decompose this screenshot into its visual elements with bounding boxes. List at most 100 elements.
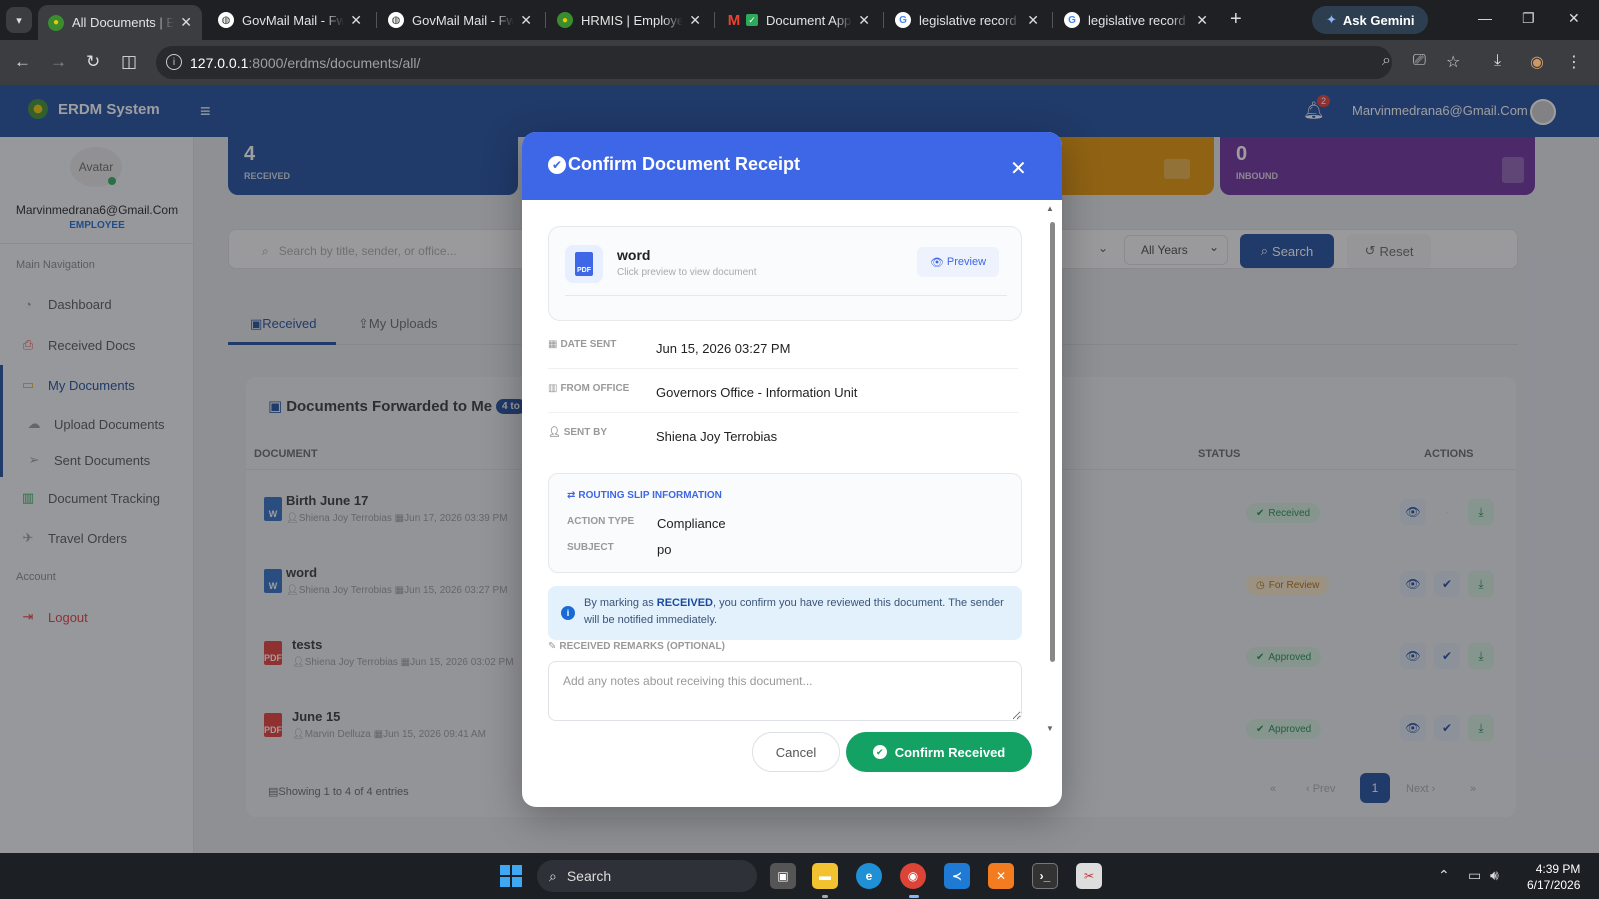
file-card: PDF word Click preview to view document …: [548, 226, 1022, 321]
close-icon[interactable]: ✕: [1010, 156, 1027, 181]
chrome-icon[interactable]: ◉: [900, 863, 926, 889]
routing-slip-title: ⇄ ROUTING SLIP INFORMATION: [567, 490, 722, 501]
divider: [565, 295, 1007, 296]
new-tab-icon[interactable]: +: [1230, 8, 1242, 31]
sent-by-label: 👤︎ SENT BY: [548, 427, 607, 438]
action-type-label: ACTION TYPE: [567, 516, 635, 527]
tab-list-button[interactable]: ▾: [6, 7, 32, 33]
browser-tab-bar: ▾ ● All Documents | ERDM ✕ ◍ GovMail Mai…: [0, 0, 1599, 40]
browser-tab[interactable]: G legislative record d ✕: [885, 5, 1049, 35]
gmail-icon: M: [727, 11, 741, 29]
reload-icon[interactable]: ↻: [86, 52, 100, 72]
modal-title: ✔ Confirm Document Receipt: [548, 154, 800, 175]
windows-taskbar: ⌕ Search ▣ ▬ e ◉ ≺ ✕ ›_ ✂ ⌃ ▭ 🔊︎ 4:39 PM …: [0, 853, 1599, 899]
hrmis-favicon-icon: ●: [557, 12, 573, 28]
modal-scrollbar[interactable]: [1050, 222, 1055, 662]
url-field[interactable]: i 127.0.0.1:8000/erdms/documents/all/: [156, 46, 1392, 79]
globe-favicon-icon: ◍: [388, 12, 404, 28]
chevron-up-icon[interactable]: ⌃: [1438, 867, 1450, 884]
remarks-label-text: RECEIVED REMARKS (OPTIONAL): [559, 641, 725, 652]
xampp-icon[interactable]: ✕: [988, 863, 1014, 889]
close-tab-icon[interactable]: ✕: [858, 12, 870, 29]
label-text: DATE SENT: [560, 339, 617, 350]
active-indicator: [909, 895, 919, 898]
info-icon: i: [561, 606, 575, 620]
taskbar-search[interactable]: ⌕ Search: [537, 860, 757, 892]
preview-button[interactable]: 👁︎ Preview: [917, 247, 999, 277]
tab-title: Document App: [766, 12, 852, 28]
profile-icon[interactable]: ◉: [1530, 52, 1544, 72]
clock-date: 6/17/2026: [1527, 878, 1581, 892]
split-view-icon[interactable]: ◫: [121, 52, 137, 72]
note-emphasis: RECEIVED: [656, 597, 713, 609]
date-sent-value: Jun 15, 2026 03:27 PM: [656, 341, 791, 356]
gemini-sparkle-icon: ✦: [1326, 12, 1337, 27]
restore-icon[interactable]: ❐: [1522, 10, 1535, 27]
minimize-icon[interactable]: —: [1478, 10, 1492, 26]
modal-header: ✔ Confirm Document Receipt ✕: [522, 132, 1062, 200]
remarks-textarea[interactable]: [548, 661, 1022, 721]
vscode-icon[interactable]: ≺: [944, 863, 970, 889]
back-arrow-icon[interactable]: ←: [14, 52, 31, 72]
check-circle-icon: ✔: [548, 155, 566, 174]
file-hint: Click preview to view document: [617, 267, 757, 278]
tab-separator: [545, 12, 546, 28]
tab-title: All Documents | ERDM: [72, 15, 175, 30]
from-office-label: ▥ FROM OFFICE: [548, 383, 629, 394]
modal-title-text: Confirm Document Receipt: [568, 154, 801, 174]
bookmark-star-icon[interactable]: ☆: [1446, 52, 1460, 72]
calendar-icon: ▦: [548, 339, 558, 350]
file-type-label: PDF: [575, 252, 593, 276]
received-info-note: i By marking as RECEIVED, you confirm yo…: [548, 586, 1022, 640]
volume-icon[interactable]: 🔊︎: [1490, 867, 1499, 884]
google-favicon-icon: G: [895, 12, 911, 28]
zoom-icon[interactable]: ⌕: [1382, 52, 1391, 70]
file-explorer-icon[interactable]: ▬: [812, 863, 838, 889]
close-tab-icon[interactable]: ✕: [1196, 12, 1208, 29]
close-tab-icon[interactable]: ✕: [350, 12, 362, 29]
browser-tab[interactable]: ● All Documents | ERDM ✕: [38, 5, 202, 40]
clock-time: 4:39 PM: [1535, 862, 1581, 876]
taskbar-search-label: Search: [566, 868, 612, 884]
check-circle-icon: ✔: [872, 745, 887, 759]
sent-by-value: Shiena Joy Terrobias: [656, 429, 778, 444]
erdm-favicon-icon: ●: [48, 14, 64, 31]
scroll-down-icon[interactable]: ▼: [1046, 724, 1054, 733]
terminal-icon[interactable]: ›_: [1032, 863, 1058, 889]
forward-arrow-icon[interactable]: →: [50, 52, 67, 72]
scroll-up-icon[interactable]: ▲: [1046, 204, 1054, 213]
close-tab-icon[interactable]: ✕: [1027, 12, 1039, 29]
close-tab-icon[interactable]: ✕: [689, 12, 701, 29]
url-host: 127.0.0.1: [190, 54, 249, 71]
install-app-icon[interactable]: ⎚: [1413, 52, 1426, 70]
browser-tab[interactable]: ◍ GovMail Mail - Fwd: ✕: [208, 5, 372, 35]
confirm-received-button[interactable]: ✔ Confirm Received: [846, 732, 1032, 772]
tab-separator: [376, 12, 377, 28]
window-close-icon[interactable]: ✕: [1568, 10, 1580, 27]
browser-tab[interactable]: ● HRMIS | Employee ✕: [547, 5, 711, 35]
browser-tab[interactable]: G legislative record d ✕: [1054, 5, 1218, 35]
ask-gemini-button[interactable]: ✦ Ask Gemini: [1312, 6, 1429, 34]
task-view-icon[interactable]: ▣: [770, 863, 796, 889]
edge-icon[interactable]: e: [856, 863, 882, 889]
download-icon[interactable]: ⤓: [1494, 52, 1501, 70]
close-tab-icon[interactable]: ✕: [520, 12, 532, 29]
subject-value: po: [657, 542, 672, 557]
file-name: word: [617, 247, 651, 263]
close-tab-icon[interactable]: ✕: [180, 14, 192, 31]
eye-icon: 👁︎: [929, 256, 944, 269]
cancel-button[interactable]: Cancel: [752, 732, 840, 772]
browser-tab[interactable]: M ✓ Document App ✕: [716, 5, 880, 35]
windows-start-icon[interactable]: [500, 865, 522, 887]
network-icon[interactable]: ▭: [1468, 867, 1481, 884]
from-office-row: ▥ FROM OFFICE Governors Office - Informat…: [548, 369, 1018, 413]
browser-tab[interactable]: ◍ GovMail Mail - Fwd: ✕: [378, 5, 542, 35]
site-info-icon[interactable]: i: [166, 54, 182, 70]
subject-label: SUBJECT: [567, 542, 614, 553]
tab-title: legislative record d: [1088, 12, 1191, 28]
route-icon: ⇄: [567, 490, 576, 501]
action-type-value: Compliance: [657, 516, 726, 531]
menu-dots-icon[interactable]: ⋮: [1566, 52, 1582, 72]
system-clock[interactable]: 4:39 PM 6/17/2026: [1527, 861, 1580, 893]
snipping-tool-icon[interactable]: ✂: [1076, 863, 1102, 889]
